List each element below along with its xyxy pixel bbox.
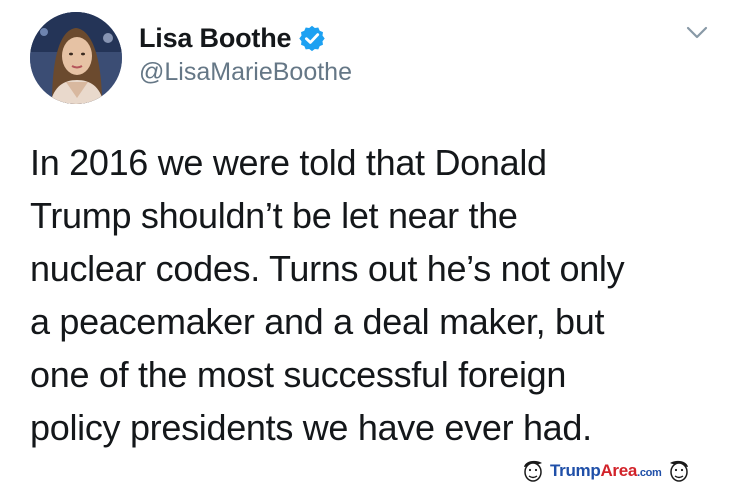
watermark: TrumpArea.com	[519, 458, 737, 484]
watermark-brand-part2: Area	[600, 461, 638, 480]
tweet-text-line: one of the most successful foreign	[30, 354, 567, 395]
tweet-text-line: Trump shouldn’t be let near the	[30, 195, 518, 236]
tweet-text-line: a peacemaker and a deal maker, but	[30, 301, 605, 342]
watermark-brand: TrumpArea.com	[550, 461, 662, 481]
watermark-brand-tld: .com	[637, 467, 662, 479]
tweet-card: Lisa Boothe @LisaMarieBoothe In 2016 we …	[0, 0, 740, 485]
trump-caricature-icon	[665, 458, 693, 484]
author-name-row[interactable]: Lisa Boothe	[139, 20, 326, 56]
tweet-text: In 2016 we were told that Donald Trump s…	[30, 136, 720, 454]
tweet-text-line: In 2016 we were told that Donald	[30, 142, 547, 183]
verified-badge-icon	[298, 24, 326, 52]
avatar-photo	[30, 12, 122, 104]
watermark-brand-part1: Trump	[550, 461, 601, 480]
author-display-name[interactable]: Lisa Boothe	[139, 23, 292, 54]
tweet-text-line: policy presidents we have ever had.	[30, 407, 592, 448]
tweet-text-line: nuclear codes. Turns out he’s not only	[30, 248, 625, 289]
trump-caricature-icon	[519, 458, 547, 484]
author-handle[interactable]: @LisaMarieBoothe	[139, 58, 352, 87]
chevron-down-icon[interactable]	[684, 22, 710, 42]
avatar[interactable]	[30, 12, 122, 104]
